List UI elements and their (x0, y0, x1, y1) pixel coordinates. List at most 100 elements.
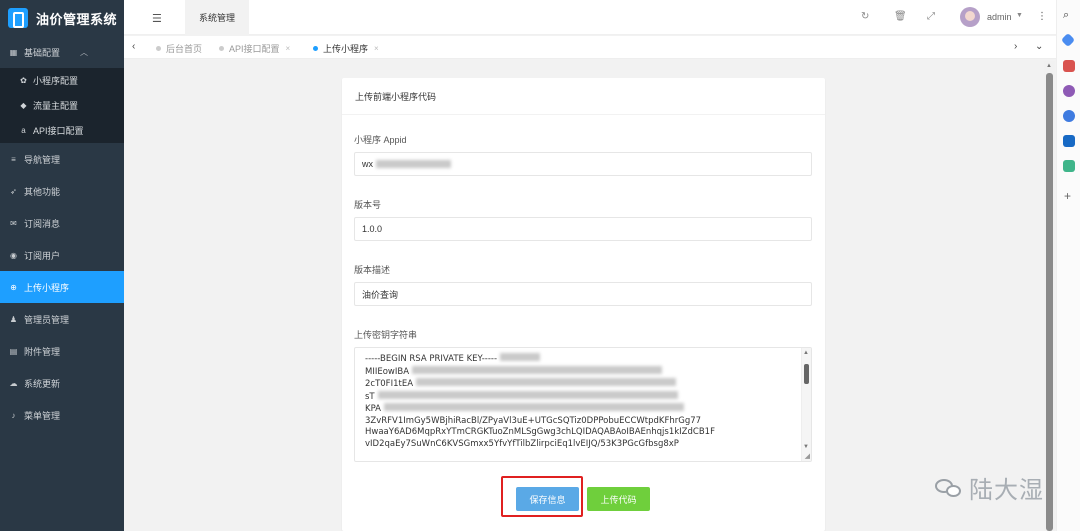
version-input[interactable]: 1.0.0 (354, 217, 812, 241)
chevron-right-icon[interactable]: › (1014, 41, 1017, 52)
avatar[interactable] (960, 7, 980, 27)
amazon-icon: a (21, 126, 26, 135)
sidebar-item-update[interactable]: ☁ 系统更新 (0, 367, 124, 399)
redacted-mask (376, 160, 451, 168)
sidebar-item-subscribe-msg[interactable]: ✉ 订阅消息 (0, 207, 124, 239)
fullscreen-icon[interactable]: ⤢ (927, 11, 935, 22)
version-label: 版本号 (354, 200, 382, 210)
search-icon[interactable]: ⌕ (1063, 9, 1069, 22)
sidebar-item-api-config[interactable]: a API接口配置 (0, 118, 124, 143)
sidebar-item-label: 上传小程序 (24, 282, 70, 293)
menu-toggle-icon[interactable]: ☰ (152, 12, 162, 25)
desc-label: 版本描述 (354, 265, 391, 275)
sidebar-item-subscribe-user[interactable]: ◉ 订阅用户 (0, 239, 124, 271)
scroll-thumb[interactable] (1046, 73, 1053, 531)
scroll-thumb[interactable] (804, 364, 809, 384)
version-value: 1.0.0 (362, 224, 383, 234)
add-icon[interactable]: + (1064, 189, 1071, 203)
sidebar-item-label: 导航管理 (24, 154, 61, 165)
upload-form-card: 上传前端小程序代码 小程序 Appid wx 版本号 1.0.0 版本描述 油价… (342, 78, 825, 531)
sidebar-item-traffic-config[interactable]: ◆ 流量主配置 (0, 93, 124, 118)
scroll-up-icon[interactable]: ▲ (803, 350, 809, 356)
tag-icon[interactable] (1060, 32, 1076, 48)
chevron-down-icon[interactable]: ▼ (1016, 12, 1023, 19)
sidebar-item-label: 其他功能 (24, 186, 61, 197)
scroll-down-icon[interactable]: ▼ (803, 444, 809, 450)
sidebar-item-label: 流量主配置 (33, 101, 79, 111)
sidebar-item-other[interactable]: ➶ 其他功能 (0, 175, 124, 207)
key-line: -----BEGIN RSA PRIVATE KEY----- (365, 353, 811, 366)
sidebar-item-label: 菜单管理 (24, 410, 61, 421)
app-title: 油价管理系统 (36, 11, 118, 27)
tab-api-config[interactable]: API接口配置 × (219, 42, 290, 55)
mail-icon: ✉ (10, 218, 17, 228)
tab-home[interactable]: 后台首页 (156, 42, 202, 55)
tab-label: 上传小程序 (323, 44, 369, 54)
submenu-basic-config: ✿ 小程序配置 ◆ 流量主配置 a API接口配置 (0, 68, 124, 143)
chevron-down-icon[interactable]: ⌄ (1035, 41, 1043, 52)
textarea-scrollbar[interactable]: ▲ ▼ (801, 348, 811, 461)
resize-handle-icon[interactable]: ◢ (805, 452, 810, 460)
sidebar-item-label: 订阅消息 (24, 218, 61, 229)
refresh-icon[interactable]: ↻ (861, 11, 869, 22)
ad-icon: ◆ (20, 101, 27, 110)
plus-circle-icon: ⊕ (10, 282, 17, 292)
desc-input[interactable]: 油价查询 (354, 282, 812, 306)
appid-input[interactable]: wx (354, 152, 812, 176)
bell-icon: ♪ (11, 410, 16, 420)
chevron-left-icon[interactable]: ‹ (132, 41, 135, 52)
desc-value: 油价查询 (362, 289, 399, 300)
sidebar-item-label: 管理员管理 (24, 314, 70, 325)
key-line: sT (365, 390, 811, 404)
sidebar-item-basic-config[interactable]: ▦ 基础配置 ︿ (0, 36, 124, 68)
rocket-icon: ➶ (10, 186, 17, 196)
tab-dot (219, 46, 224, 51)
sidebar-item-nav[interactable]: ≡ 导航管理 (0, 143, 124, 175)
user-name[interactable]: admin (987, 12, 1012, 22)
watermark-text: 陆大湿 (969, 476, 1044, 504)
upload-code-button[interactable]: 上传代码 (587, 487, 650, 511)
save-button[interactable]: 保存信息 (516, 487, 579, 511)
scroll-up-icon[interactable]: ▲ (1046, 63, 1052, 69)
trash-icon[interactable]: 🗑 (894, 11, 907, 22)
tab-system-manage[interactable]: 系统管理 (185, 0, 249, 35)
sidebar-item-admin[interactable]: ♟ 管理员管理 (0, 303, 124, 335)
sidebar-item-menu[interactable]: ♪ 菜单管理 (0, 399, 124, 431)
file-icon: ▤ (9, 346, 18, 356)
key-line: 2cT0FI1tEA (365, 378, 811, 391)
page-scrollbar[interactable]: ▲ (1044, 61, 1055, 531)
browser-side-panel: ⌕ + (1056, 0, 1080, 531)
sidebar-item-label: 附件管理 (24, 346, 61, 357)
games-icon[interactable] (1063, 85, 1075, 97)
more-icon[interactable]: ⋮ (1037, 11, 1047, 22)
tab-bar: ‹ 后台首页 API接口配置 × 上传小程序 × › ⌄ (124, 36, 1056, 59)
close-icon[interactable]: × (374, 44, 379, 53)
top-header: ☰ 系统管理 ↻ 🗑 ⤢ admin ▼ ⋮ (124, 0, 1056, 35)
app-logo[interactable]: 油价管理系统 (0, 0, 124, 36)
key-line: vID2qaEy7SuWnC6KVSGmxx5YfvYfTilbZlirpciE… (365, 438, 679, 449)
close-icon[interactable]: × (286, 44, 291, 53)
sidebar-item-label: API接口配置 (33, 126, 84, 136)
watermark: 陆大湿 (935, 470, 1044, 505)
sidebar-item-attachment[interactable]: ▤ 附件管理 (0, 335, 124, 367)
shopping-icon[interactable] (1063, 160, 1075, 172)
key-textarea[interactable]: -----BEGIN RSA PRIVATE KEY----- MIIEowIB… (354, 347, 812, 462)
tab-upload[interactable]: 上传小程序 × (313, 42, 379, 55)
tab-dot (313, 46, 318, 51)
outlook-icon[interactable] (1063, 135, 1075, 147)
sidebar-item-upload[interactable]: ⊕ 上传小程序 (0, 271, 124, 303)
key-line: 3ZvRFV1ImGy5WBjhiRacBl/ZPyaVl3uE+UTGcSQT… (365, 415, 702, 426)
chevron-up-icon: ︿ (80, 47, 88, 57)
sidebar: 油价管理系统 ▦ 基础配置 ︿ ✿ 小程序配置 ◆ 流量主配置 a API接口配… (0, 0, 124, 531)
briefcase-icon[interactable] (1063, 60, 1075, 72)
sidebar-item-label: 系统更新 (24, 378, 61, 389)
user-circle-icon: ◉ (10, 250, 17, 260)
appid-value: wx (362, 159, 373, 169)
gear-icon: ✿ (20, 76, 27, 85)
tab-label: API接口配置 (229, 44, 280, 54)
copilot-icon[interactable] (1063, 110, 1075, 122)
card-title: 上传前端小程序代码 (342, 78, 825, 115)
user-icon: ♟ (9, 314, 18, 324)
sidebar-item-label: 订阅用户 (24, 250, 61, 261)
sidebar-item-miniprogram-config[interactable]: ✿ 小程序配置 (0, 68, 124, 93)
